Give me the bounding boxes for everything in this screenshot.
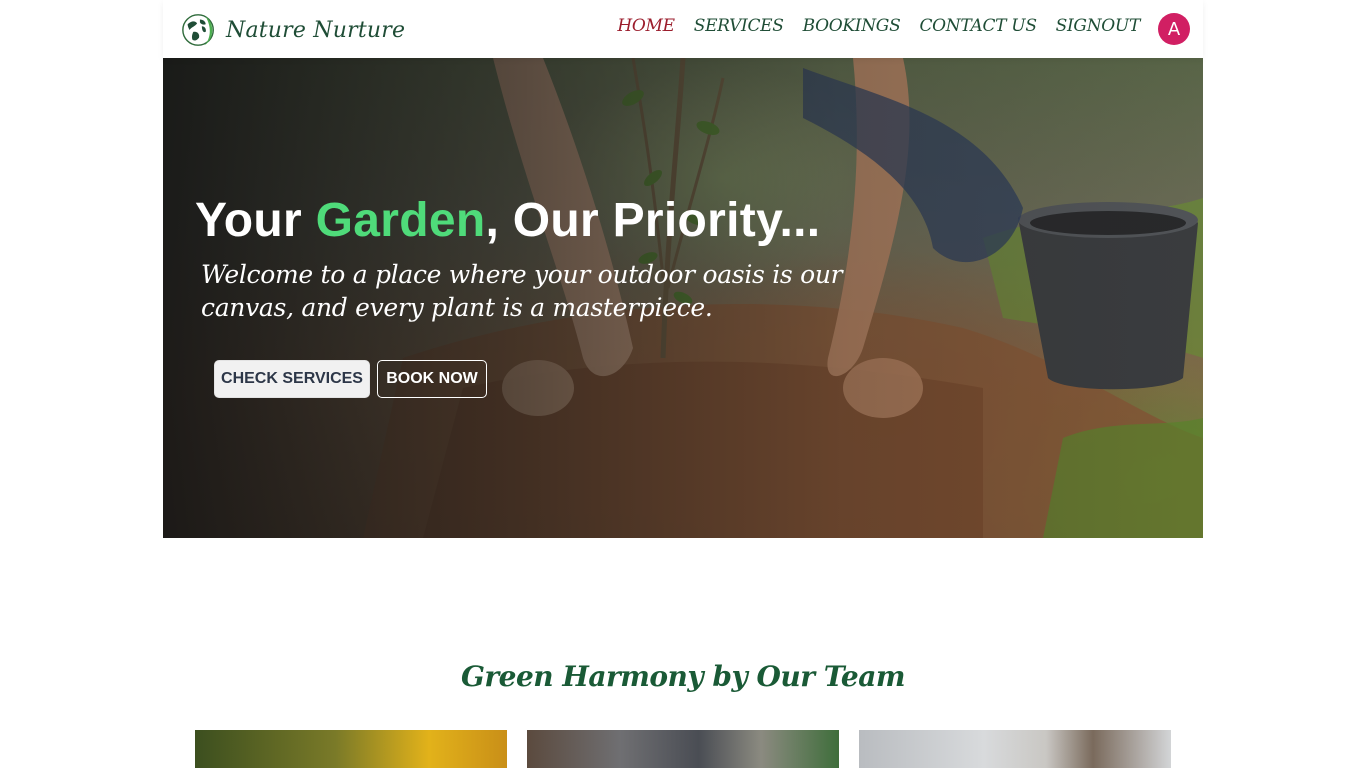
top-navbar: Nature Nurture HOME SERVICES BOOKINGS CO… (163, 0, 1203, 58)
check-services-button[interactable]: CHECK SERVICES (214, 360, 370, 398)
globe-leaf-logo-icon (182, 14, 214, 46)
hero-title-part2: , Our Priority... (485, 194, 821, 247)
hero-title-part1: Your (195, 194, 316, 247)
nav-links: HOME SERVICES BOOKINGS CONTACT US SIGNOU… (617, 16, 1140, 36)
brand-name: Nature Nurture (226, 17, 406, 43)
team-card-image-1[interactable] (195, 730, 507, 768)
nav-bookings[interactable]: BOOKINGS (803, 16, 901, 36)
hero-subtitle: Welcome to a place where your outdoor oa… (201, 260, 843, 322)
team-card-image-3[interactable] (859, 730, 1171, 768)
nav-contact-us[interactable]: CONTACT US (919, 16, 1037, 36)
book-now-button[interactable]: BOOK NOW (377, 360, 487, 398)
nav-home[interactable]: HOME (617, 16, 675, 36)
hero-banner: Your Garden, Our Priority... Welcome to … (163, 58, 1203, 538)
team-card-image-2[interactable] (527, 730, 839, 768)
team-section-title: Green Harmony by Our Team (461, 660, 905, 693)
brand-link[interactable]: Nature Nurture (180, 11, 405, 49)
user-avatar[interactable]: A (1158, 13, 1190, 45)
hero-title-accent: Garden (315, 194, 486, 247)
nav-services[interactable]: SERVICES (694, 16, 784, 36)
nav-signout[interactable]: SIGNOUT (1056, 16, 1141, 36)
hero-title: Your Garden, Our Priority... (195, 193, 820, 248)
